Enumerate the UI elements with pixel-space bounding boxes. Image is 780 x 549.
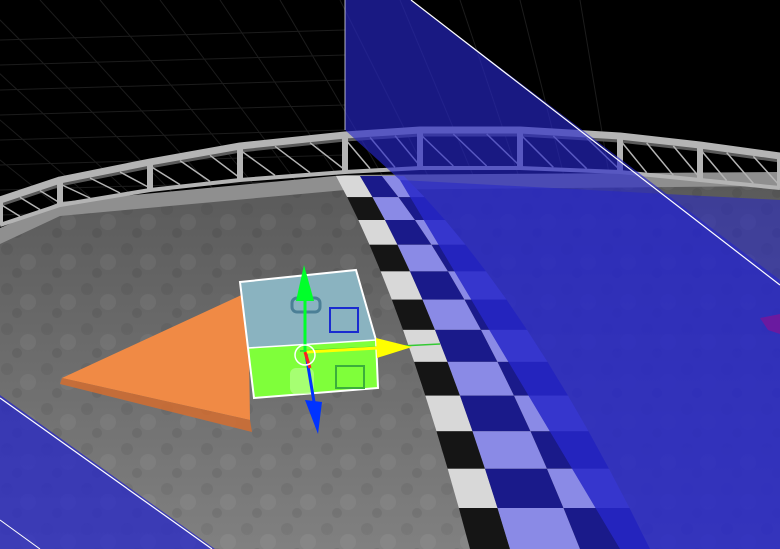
railing-brace (274, 145, 311, 174)
grid-line (0, 79, 346, 91)
railing-brace (149, 165, 181, 186)
3d-viewport[interactable] (0, 0, 780, 549)
grid-line (0, 29, 346, 41)
railing-brace (19, 196, 41, 211)
railing-brace (179, 160, 211, 182)
scene-canvas[interactable] (0, 0, 780, 549)
railing-brace (59, 183, 91, 199)
railing-brace (239, 149, 276, 176)
grid-line (0, 54, 346, 66)
